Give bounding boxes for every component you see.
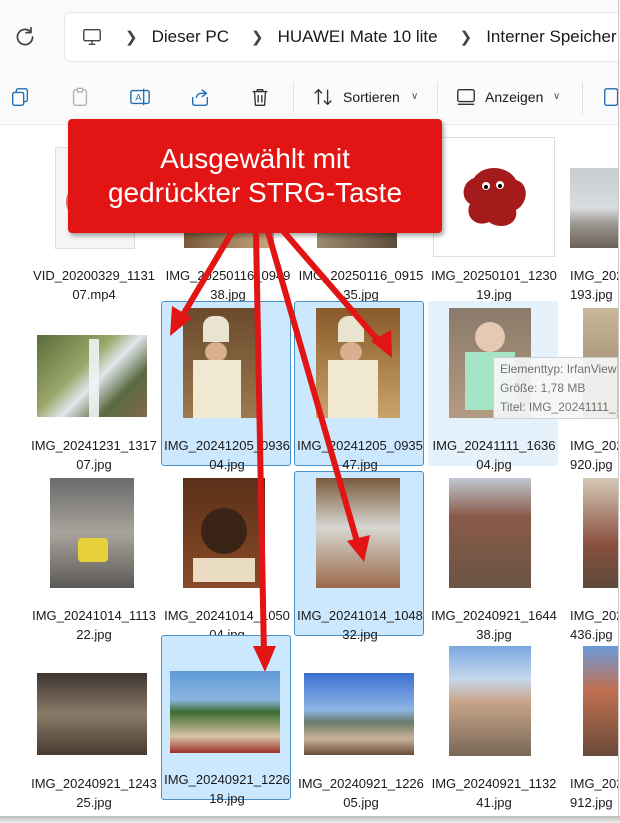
file-tile[interactable]: IMG_20240921_164438.jpg (428, 471, 558, 642)
photo-thumbnail (37, 673, 147, 755)
chevron-right-icon[interactable]: ❯ (125, 28, 138, 46)
photo-thumbnail (449, 478, 531, 588)
toolbar-divider (293, 82, 294, 114)
chevron-down-icon[interactable]: ∨ (411, 91, 418, 102)
breadcrumb-huawei[interactable]: HUAWEI Mate 10 lite (278, 27, 438, 47)
tooltip-type: Elementtyp: IrfanView JPG File (500, 362, 617, 376)
file-tile-selected[interactable]: IMG_20241205_093604.jpg (161, 301, 291, 472)
file-name: IMG_20250116_094938.jpg (165, 268, 291, 302)
breadcrumb[interactable]: ❯ Dieser PC ❯ HUAWEI Mate 10 lite ❯ Inte… (64, 12, 618, 62)
file-name: IMG_20240921_122618.jpg (164, 772, 290, 806)
annotation-line-2: gedrückter STRG-Taste (107, 177, 403, 208)
photo-thumbnail (50, 478, 134, 588)
file-name: IMG_20241205_093547.jpg (297, 438, 423, 472)
tooltip-title: Titel: IMG_20241111_163604 (500, 400, 617, 414)
sort-icon[interactable] (312, 86, 334, 108)
file-name: IMG_20240921_124325.jpg (31, 776, 157, 810)
file-tile-selected[interactable]: IMG_20241205_093547.jpg (294, 301, 424, 472)
file-name: IMG_20241231_131707.jpg (31, 438, 157, 472)
paste-icon[interactable] (69, 86, 91, 108)
toolbar-divider (437, 82, 438, 114)
view-icon[interactable] (455, 86, 477, 108)
file-tile[interactable]: IMG_20240921_113241.jpg (428, 639, 558, 810)
breadcrumb-internal-storage[interactable]: Interner Speicher (486, 27, 616, 47)
photo-thumbnail (183, 308, 257, 418)
toolbar-divider (582, 82, 583, 114)
file-tile-selected[interactable]: IMG_20241014_104832.jpg (294, 471, 424, 642)
file-tile[interactable]: IMG_20241231_131707.jpg (28, 301, 158, 472)
chevron-right-icon[interactable]: ❯ (251, 28, 264, 46)
file-name: IMG_20240921_113241.jpg (431, 776, 557, 810)
svg-text:A: A (135, 93, 142, 103)
file-tile[interactable]: IMG_20250101_124193.jpg (561, 131, 618, 302)
file-name: IMG_20250116_091535.jpg (298, 268, 424, 302)
file-name: IMG_20250101_123019.jpg (431, 268, 557, 302)
computer-icon[interactable] (81, 26, 103, 48)
share-icon[interactable] (189, 86, 211, 108)
filter-icon[interactable] (602, 86, 619, 108)
file-tile[interactable]: IMG_20241014_105004.jpg (161, 471, 291, 642)
file-name: IMG_20240921_112912.jpg (570, 776, 618, 810)
photo-thumbnail (570, 168, 618, 248)
photo-thumbnail (583, 646, 618, 756)
photo-thumbnail (316, 478, 400, 588)
photo-thumbnail (583, 478, 618, 588)
annotation-callout: Ausgewählt mit gedrückter STRG-Taste (68, 119, 442, 233)
breadcrumb-dieser-pc[interactable]: Dieser PC (152, 27, 229, 47)
photo-thumbnail (37, 335, 147, 417)
rename-icon[interactable]: A (129, 86, 151, 108)
file-name: IMG_20241205_093604.jpg (164, 438, 290, 472)
file-tile[interactable]: IMG_20241014_111322.jpg (28, 471, 158, 642)
file-name: IMG_20250101_124193.jpg (570, 268, 618, 302)
file-name: IMG_20240921_122605.jpg (298, 776, 424, 810)
photo-thumbnail (183, 478, 265, 588)
file-name: IMG_20241111_163604.jpg (432, 438, 556, 472)
file-tile[interactable]: IMG_20240921_164436.jpg (561, 471, 618, 642)
chevron-down-icon[interactable]: ∨ (553, 91, 560, 102)
file-name: VID_20200329_113107.mp4 (33, 268, 155, 302)
photo-thumbnail (316, 308, 400, 418)
copy-icon[interactable] (9, 86, 31, 108)
photo-thumbnail (449, 646, 531, 756)
file-tile[interactable]: IMG_20240921_112912.jpg (561, 639, 618, 810)
view-button[interactable]: Anzeigen (485, 89, 543, 105)
file-tile-selected[interactable]: IMG_20240921_122618.jpg (161, 635, 291, 806)
delete-icon[interactable] (249, 86, 271, 108)
sort-button[interactable]: Sortieren (343, 89, 400, 105)
file-explorer-window: ❯ Dieser PC ❯ HUAWEI Mate 10 lite ❯ Inte… (0, 0, 619, 823)
file-tile[interactable]: IMG_20240921_124325.jpg (28, 639, 158, 810)
annotation-line-1: Ausgewählt mit (160, 143, 350, 174)
photo-thumbnail (433, 137, 555, 257)
file-info-tooltip: Elementtyp: IrfanView JPG File Größe: 1,… (493, 357, 618, 419)
photo-thumbnail (304, 673, 414, 755)
file-name: IMG_20241111_163920.jpg (570, 438, 618, 472)
window-shadow (0, 816, 620, 823)
photo-thumbnail (170, 671, 280, 753)
address-bar-area: ❯ Dieser PC ❯ HUAWEI Mate 10 lite ❯ Inte… (0, 0, 618, 70)
command-bar: A Sortieren ∨ Anzeigen ∨ (0, 70, 618, 125)
file-tile[interactable]: IMG_20250101_123019.jpg (428, 131, 558, 302)
tooltip-size: Größe: 1,78 MB (500, 381, 586, 395)
file-tile[interactable]: IMG_20240921_122605.jpg (295, 639, 425, 810)
chevron-right-icon[interactable]: ❯ (460, 28, 473, 46)
refresh-icon[interactable] (12, 24, 38, 50)
